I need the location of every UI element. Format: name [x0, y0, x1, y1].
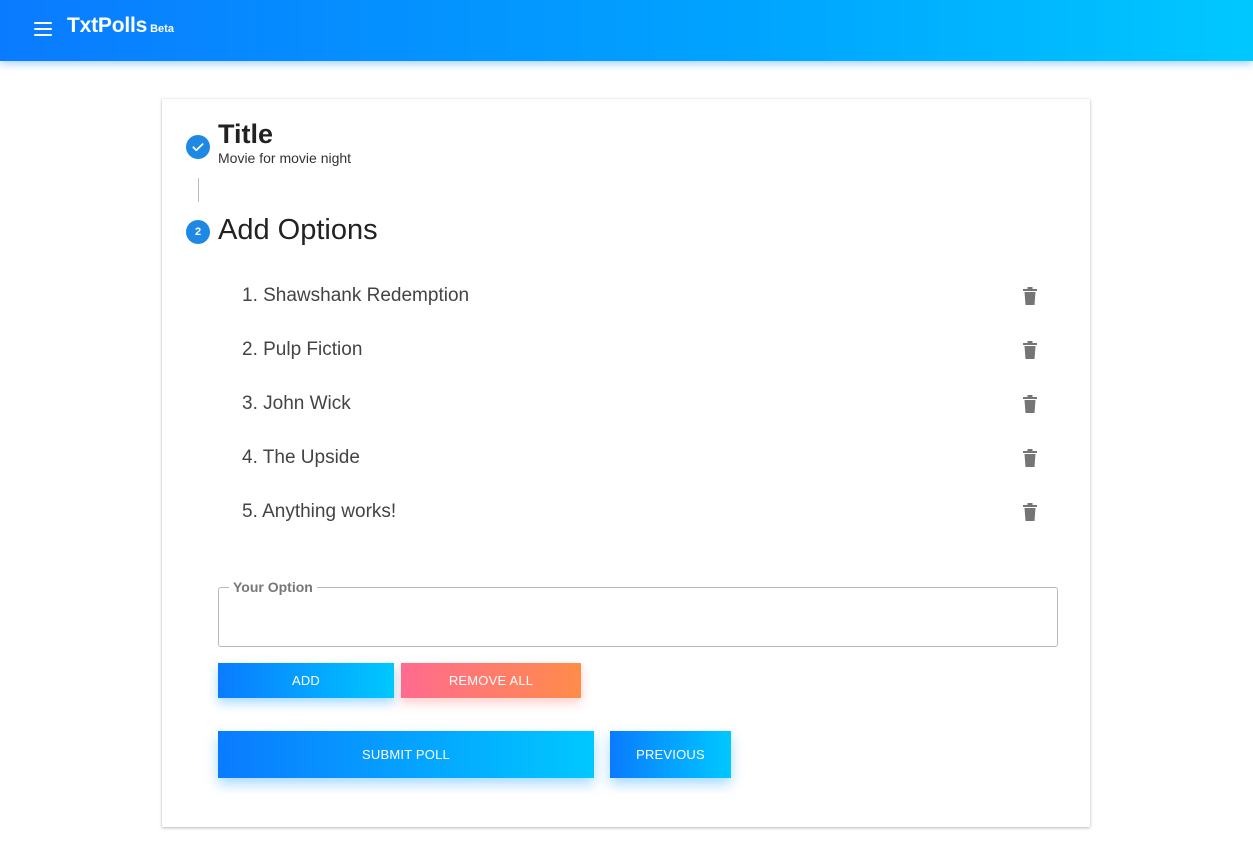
add-button[interactable]: ADD	[218, 663, 394, 698]
step-options-heading: Add Options	[218, 214, 378, 246]
option-label: 3. John Wick	[242, 393, 351, 414]
poll-stepper-card: Title Movie for movie night 2 Add Option…	[162, 99, 1090, 827]
step-title-heading[interactable]: Title	[218, 119, 273, 150]
list-item: 5. Anything works!	[242, 485, 1042, 539]
list-item: 2. Pulp Fiction	[242, 323, 1042, 377]
submit-poll-button[interactable]: SUBMIT POLL	[218, 731, 594, 778]
trash-icon[interactable]	[1022, 341, 1038, 359]
step-title-value: Movie for movie night	[218, 150, 352, 166]
beta-badge: Beta	[150, 23, 174, 35]
remove-all-button[interactable]: REMOVE ALL	[401, 663, 581, 698]
trash-icon[interactable]	[1022, 395, 1038, 413]
list-item: 1. Shawshank Redemption	[242, 269, 1042, 323]
list-item: 4. The Upside	[242, 431, 1042, 485]
app-bar: TxtPolls Beta	[0, 0, 1253, 61]
trash-icon[interactable]	[1022, 449, 1038, 467]
trash-icon[interactable]	[1022, 287, 1038, 305]
trash-icon[interactable]	[1022, 503, 1038, 521]
step-number-badge: 2	[186, 220, 210, 244]
list-item: 3. John Wick	[242, 377, 1042, 431]
option-input-label: Your Option	[229, 579, 317, 595]
previous-button[interactable]: PREVIOUS	[610, 731, 731, 778]
options-list: 1. Shawshank Redemption 2. Pulp Fiction …	[242, 269, 1042, 539]
option-label: 4. The Upside	[242, 447, 360, 468]
option-label: 5. Anything works!	[242, 501, 397, 522]
option-label: 1. Shawshank Redemption	[242, 285, 470, 306]
menu-icon[interactable]	[34, 22, 52, 36]
option-label: 2. Pulp Fiction	[242, 339, 363, 360]
app-title: TxtPolls	[67, 14, 148, 37]
option-input[interactable]	[231, 604, 1045, 636]
check-icon	[186, 135, 210, 159]
brand: TxtPolls Beta	[67, 14, 174, 38]
option-input-field: Your Option	[218, 579, 1058, 647]
step-connector	[198, 178, 199, 202]
